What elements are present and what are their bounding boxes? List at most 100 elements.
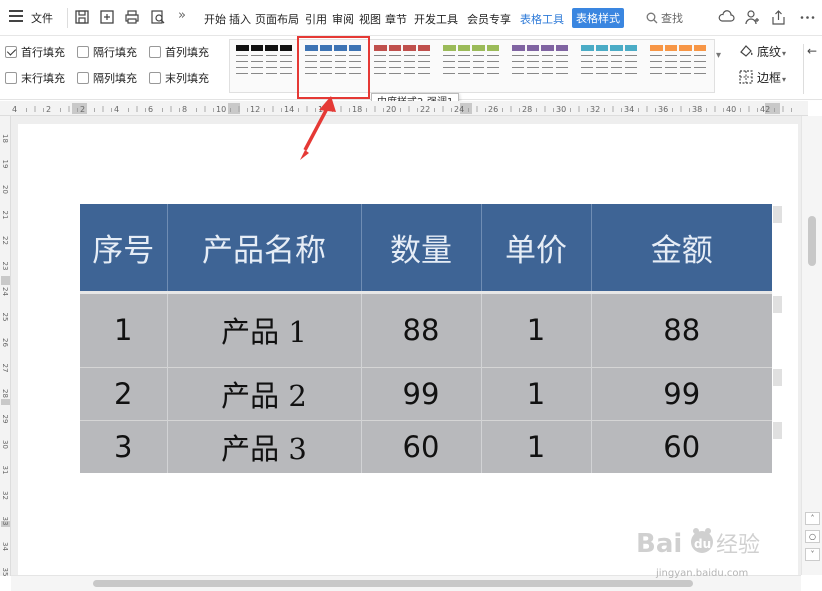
row-end-marker xyxy=(773,369,782,386)
tab-developer[interactable]: 开发工具 xyxy=(414,11,458,27)
print-preview-icon[interactable] xyxy=(150,9,166,25)
ruler-label: 2 xyxy=(46,105,51,114)
print-icon[interactable] xyxy=(124,9,140,25)
option-banded-rows[interactable]: 隔行填充 xyxy=(77,44,137,60)
tab-view[interactable]: 视图 xyxy=(359,11,381,27)
ruler-label: 34 xyxy=(1,542,9,551)
table-cell[interactable]: 1 xyxy=(481,290,592,367)
share-icon[interactable] xyxy=(770,9,787,26)
ruler-label: 12 xyxy=(250,105,260,114)
border-button[interactable]: 边框▾ xyxy=(738,69,786,86)
option-header-row[interactable]: 首行填充 xyxy=(5,44,65,60)
table-style-style-accent4[interactable] xyxy=(510,43,570,89)
horizontal-ruler[interactable]: 4 2 2 4 6 8 10 12 14 16 18 20 22 24 26 28 30 32 34 36 38 40 42 xyxy=(0,101,808,116)
ruler-ticks: 4 2 2 4 6 8 10 12 14 16 18 20 22 24 26 28 30 32 34 36 38 40 42 xyxy=(12,103,792,114)
ribbon-scroll-button[interactable]: ← xyxy=(807,44,817,58)
header-cell[interactable]: 数量 xyxy=(361,204,482,292)
table-style-style-accent2[interactable] xyxy=(372,43,432,89)
ruler-margin xyxy=(228,103,240,114)
checkbox[interactable] xyxy=(77,46,89,58)
header-cell[interactable]: 金额 xyxy=(591,204,772,292)
tab-references[interactable]: 引用 xyxy=(305,11,327,27)
shading-label: 底纹 xyxy=(757,45,782,59)
ruler-label: 25 xyxy=(1,313,9,322)
option-label: 隔列填充 xyxy=(93,72,137,85)
ruler-label: 24 xyxy=(454,105,464,114)
tab-member[interactable]: 会员专享 xyxy=(467,11,511,27)
table-cell[interactable]: 99 xyxy=(591,366,772,420)
prev-page-icon[interactable]: ˄ xyxy=(805,512,820,525)
divider xyxy=(803,44,804,94)
table-cell[interactable]: 产品 3 xyxy=(167,419,362,473)
vertical-scrollbar[interactable]: ˄ ○ ˅ xyxy=(801,116,822,575)
table-style-style-accent3[interactable] xyxy=(441,43,501,89)
ruler-label: 2 xyxy=(80,105,85,114)
tab-home[interactable]: 开始 xyxy=(204,11,226,27)
tab-table-tools[interactable]: 表格工具 xyxy=(520,11,564,27)
document-canvas: 序号 产品名称 数量 单价 金额 1 产品 1 88 1 88 2 产品 2 9… xyxy=(11,116,801,575)
ruler-label: 42 xyxy=(760,105,770,114)
table-cell[interactable]: 88 xyxy=(591,290,772,367)
vertical-ruler[interactable]: 18192021222324252627282930313233343536 xyxy=(0,116,11,576)
ruler-label: 33 xyxy=(1,517,9,526)
scrollbar-thumb[interactable] xyxy=(808,216,816,266)
option-last-column[interactable]: 末列填充 xyxy=(149,70,209,86)
gallery-expand-icon[interactable]: ▾ xyxy=(716,50,721,61)
tab-insert[interactable]: 插入 xyxy=(229,11,251,27)
document-page[interactable]: 序号 产品名称 数量 单价 金额 1 产品 1 88 1 88 2 产品 2 9… xyxy=(18,124,798,575)
option-banded-columns[interactable]: 隔列填充 xyxy=(77,70,137,86)
table-cell[interactable]: 60 xyxy=(361,419,482,473)
collaborate-icon[interactable] xyxy=(744,9,761,26)
header-cell[interactable]: 序号 xyxy=(80,204,168,292)
checkbox[interactable] xyxy=(5,72,17,84)
tab-chapter[interactable]: 章节 xyxy=(385,11,407,27)
cloud-sync-icon[interactable] xyxy=(718,9,735,26)
table-cell[interactable]: 3 xyxy=(80,419,168,473)
table-cell[interactable]: 1 xyxy=(481,419,592,473)
table-cell[interactable]: 88 xyxy=(361,290,482,367)
shading-button[interactable]: 底纹▾ xyxy=(738,43,786,60)
checkbox-checked[interactable] xyxy=(5,46,17,58)
ruler-label: 31 xyxy=(1,466,9,475)
scrollbar-thumb[interactable] xyxy=(93,580,693,587)
checkbox[interactable] xyxy=(149,72,161,84)
option-first-column[interactable]: 首列填充 xyxy=(149,44,209,60)
file-menu[interactable]: 文件 xyxy=(31,10,53,26)
ruler-label: 40 xyxy=(726,105,736,114)
checkbox[interactable] xyxy=(149,46,161,58)
option-total-row[interactable]: 末行填充 xyxy=(5,70,65,86)
table-cell[interactable]: 产品 2 xyxy=(167,366,362,420)
table-style-style-dark[interactable] xyxy=(234,43,294,89)
watermark: Bai du 经验 jingyan.baidu.com xyxy=(634,522,784,582)
export-pdf-icon[interactable] xyxy=(99,9,115,25)
data-table[interactable]: 序号 产品名称 数量 单价 金额 1 产品 1 88 1 88 2 产品 2 9… xyxy=(80,204,772,473)
select-browse-icon[interactable]: ○ xyxy=(805,530,820,543)
table-cell[interactable]: 60 xyxy=(591,419,772,473)
hamburger-icon[interactable] xyxy=(9,10,23,24)
option-label: 首列填充 xyxy=(165,46,209,59)
checkbox[interactable] xyxy=(77,72,89,84)
table-style-style-accent6[interactable] xyxy=(648,43,708,89)
table-cell[interactable]: 1 xyxy=(481,366,592,420)
table-cell[interactable]: 2 xyxy=(80,366,168,420)
ruler-label: 28 xyxy=(522,105,532,114)
save-icon[interactable] xyxy=(74,9,90,25)
ruler-label: 23 xyxy=(1,262,9,271)
table-cell[interactable]: 1 xyxy=(80,290,168,367)
header-cell[interactable]: 单价 xyxy=(481,204,592,292)
row-end-marker xyxy=(773,296,782,313)
search-box[interactable]: 查找 xyxy=(646,10,683,26)
tab-page-layout[interactable]: 页面布局 xyxy=(255,11,299,27)
tab-table-style[interactable]: 表格样式 xyxy=(572,8,624,28)
table-cell[interactable]: 99 xyxy=(361,366,482,420)
ruler-label: 18 xyxy=(352,105,362,114)
ruler-label: 29 xyxy=(1,415,9,424)
more-menu[interactable]: » xyxy=(178,8,186,23)
header-cell[interactable]: 产品名称 xyxy=(167,204,362,292)
more-options-icon[interactable] xyxy=(799,9,816,26)
next-page-icon[interactable]: ˅ xyxy=(805,548,820,561)
ruler-label: 24 xyxy=(1,287,9,296)
table-cell[interactable]: 产品 1 xyxy=(167,290,362,367)
table-style-style-accent5[interactable] xyxy=(579,43,639,89)
tab-review[interactable]: 审阅 xyxy=(332,11,354,27)
